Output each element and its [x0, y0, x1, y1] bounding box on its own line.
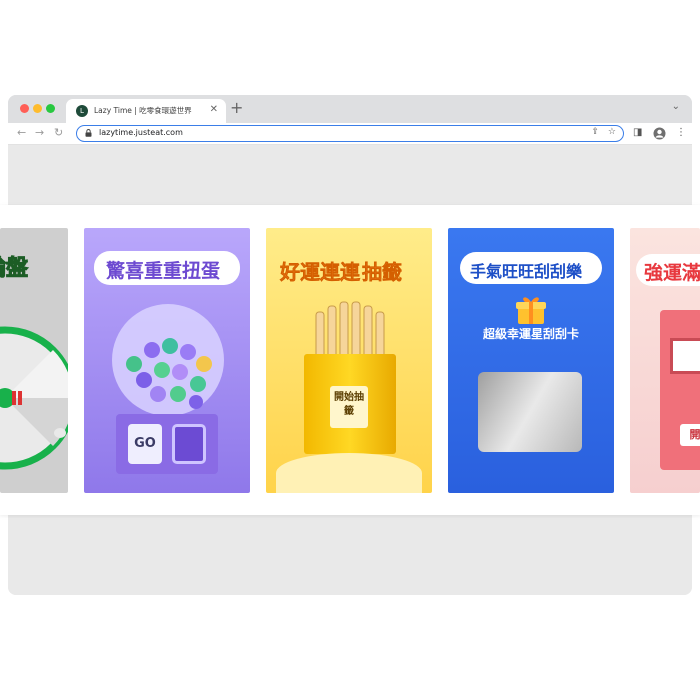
profile-icon[interactable]: [653, 127, 666, 140]
url-text[interactable]: lazytime.justeat.com: [99, 128, 183, 137]
gacha-outlet: [172, 424, 206, 464]
lottery-card[interactable]: 好運連連 抽籤 開始抽籤: [266, 228, 432, 493]
new-tab-icon[interactable]: +: [230, 98, 243, 117]
sidebar-icon[interactable]: ◨: [633, 127, 642, 138]
browser-tab[interactable]: L Lazy Time | 吃零食環遊世界 ✕: [66, 99, 226, 123]
lottery-card-title-b: 抽籤: [362, 260, 403, 285]
gacha-card-title: 驚喜重重扭蛋: [106, 260, 221, 282]
slot-card-title: 強運滿: [644, 262, 700, 284]
tab-title: Lazy Time | 吃零食環遊世界: [94, 106, 192, 115]
forward-icon[interactable]: →: [35, 126, 44, 139]
favicon-icon: L: [76, 105, 88, 117]
close-window-button[interactable]: [20, 104, 29, 113]
lock-icon: [85, 129, 92, 137]
start-draw-button[interactable]: 開始抽籤: [330, 386, 368, 428]
bookmark-star-icon[interactable]: ☆: [608, 127, 616, 137]
gold-ingots: [276, 453, 422, 493]
scratch-card-title: 手氣旺旺刮刮樂: [470, 262, 583, 281]
gacha-capsules-icon: [112, 304, 224, 416]
address-bar[interactable]: lazytime.justeat.com ⇪ ☆: [76, 125, 624, 142]
gacha-go-button[interactable]: GO: [128, 424, 162, 464]
maximize-window-button[interactable]: [46, 104, 55, 113]
scratch-card-subtitle: 超級幸運星刮刮卡: [482, 327, 579, 341]
gift-box-icon: [516, 297, 546, 324]
slot-card[interactable]: 強運滿 開: [630, 228, 700, 493]
lottery-sticks-icon: [315, 301, 385, 360]
wheel-card-title: 轉輪盤: [0, 256, 29, 282]
share-icon[interactable]: ⇪: [591, 127, 599, 137]
coin-icon: [54, 428, 66, 438]
title-bar: L Lazy Time | 吃零食環遊世界 ✕ + ⌄: [8, 95, 692, 123]
slot-start-button[interactable]: 開: [680, 424, 700, 446]
prize-wheel-icon: [0, 326, 68, 470]
gacha-card[interactable]: 驚喜重重扭蛋 GO: [84, 228, 250, 493]
minimize-window-button[interactable]: [33, 104, 42, 113]
slot-machine: [660, 310, 700, 470]
wheel-card[interactable]: 轉輪盤: [0, 228, 68, 493]
back-icon[interactable]: ←: [17, 126, 26, 139]
reload-icon[interactable]: ↻: [54, 126, 63, 139]
lottery-card-title-a: 好運連連: [280, 260, 361, 285]
chevron-down-icon[interactable]: ⌄: [672, 101, 680, 112]
menu-kebab-icon[interactable]: ⋮: [676, 127, 686, 138]
slot-reels: [670, 338, 700, 374]
scratch-area[interactable]: [478, 372, 582, 452]
browser-toolbar: ← → ↻ lazytime.justeat.com ⇪ ☆ ◨ ⋮: [8, 123, 692, 145]
close-tab-icon[interactable]: ✕: [210, 104, 218, 115]
scratch-card[interactable]: 手氣旺旺刮刮樂 超級幸運星刮刮卡: [448, 228, 614, 493]
